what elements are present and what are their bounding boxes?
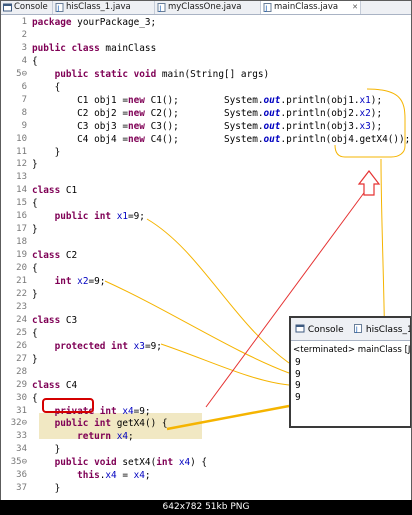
console-tab-bar: Console J hisClass_1	[291, 318, 412, 341]
editor-window: Console J hisClass_1.java J myClassOne.j…	[0, 0, 412, 515]
java-file-icon: J	[354, 324, 362, 334]
svg-text:J: J	[355, 326, 358, 334]
hisclass-tab-label: hisClass_1	[365, 325, 412, 335]
console-icon	[295, 324, 305, 333]
annotation-line-c1	[146, 218, 290, 364]
terminated-label: <terminated> mainClass [Ja	[293, 345, 412, 355]
console-tab-label: Console	[307, 325, 344, 335]
console-output-line: 9	[295, 357, 301, 368]
image-info-bar: 642x782 51kb PNG	[0, 500, 412, 515]
up-arrow-icon	[357, 170, 381, 196]
hisclass-console-tab[interactable]: J hisClass_1	[353, 322, 412, 338]
annotation-bracket	[334, 88, 406, 158]
annotation-line-c3	[160, 343, 290, 386]
annotation-line-c4	[166, 404, 290, 431]
console-output-line: 9	[295, 380, 301, 391]
console-panel: Console J hisClass_1 <terminated> mainCl…	[289, 316, 412, 428]
console-output-line: 9	[295, 391, 301, 403]
console-tab[interactable]: Console	[295, 322, 344, 338]
console-output-line: 9	[295, 368, 301, 380]
annotation-line-c2	[104, 280, 290, 374]
